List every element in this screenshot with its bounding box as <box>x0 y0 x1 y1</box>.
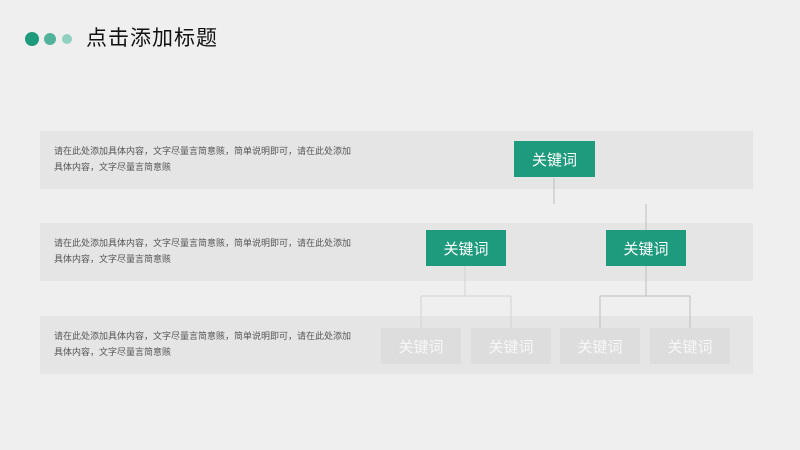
keyword-box-bottom-1[interactable]: 关键词 <box>381 328 461 364</box>
keyword-box-bottom-4[interactable]: 关键词 <box>650 328 730 364</box>
keyword-box-mid-right[interactable]: 关键词 <box>606 230 686 266</box>
keyword-box-bottom-3[interactable]: 关键词 <box>560 328 640 364</box>
connector-lines <box>420 178 691 328</box>
keyword-box-top[interactable]: 关键词 <box>514 141 595 177</box>
keyword-box-bottom-2[interactable]: 关键词 <box>471 328 551 364</box>
keyword-box-mid-left[interactable]: 关键词 <box>426 230 506 266</box>
